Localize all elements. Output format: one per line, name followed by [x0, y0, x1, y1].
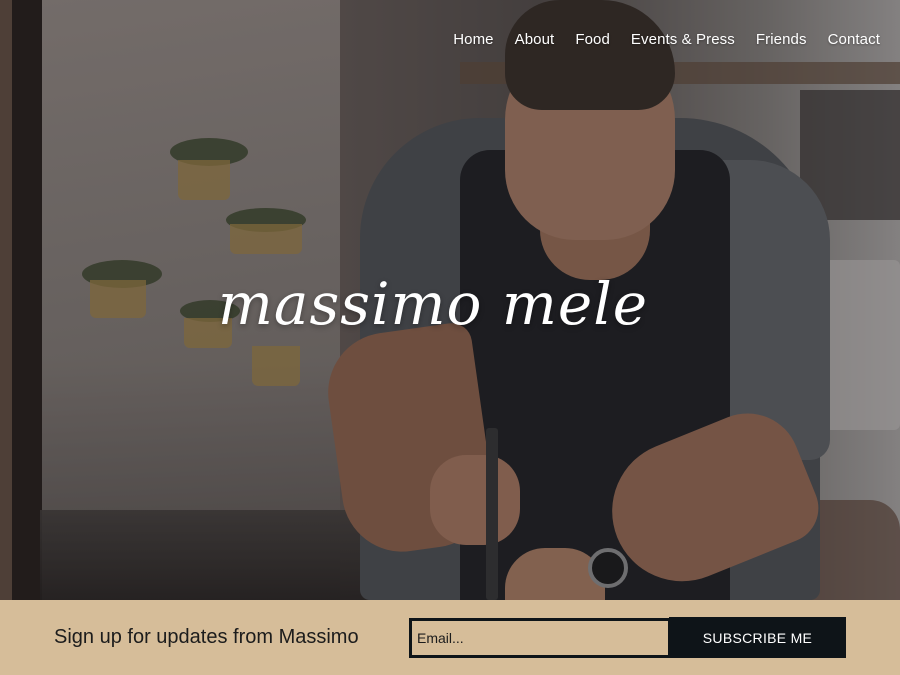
nav-link-food[interactable]: Food — [575, 31, 610, 48]
site-logo[interactable]: massimo mele — [0, 270, 866, 338]
subscribe-button[interactable]: SUBSCRIBE ME — [669, 617, 846, 658]
email-field[interactable] — [409, 618, 671, 658]
signup-bar: Sign up for updates from Massimo SUBSCRI… — [0, 600, 900, 675]
nav-link-friends[interactable]: Friends — [756, 31, 807, 48]
nav-link-events-press[interactable]: Events & Press — [631, 31, 735, 48]
main-nav: Home About Food Events & Press Friends C… — [453, 31, 880, 48]
nav-link-home[interactable]: Home — [453, 31, 493, 48]
nav-link-contact[interactable]: Contact — [828, 31, 880, 48]
nav-link-about[interactable]: About — [515, 31, 555, 48]
hero-section: Home About Food Events & Press Friends C… — [0, 0, 900, 600]
signup-title: Sign up for updates from Massimo — [54, 626, 359, 648]
